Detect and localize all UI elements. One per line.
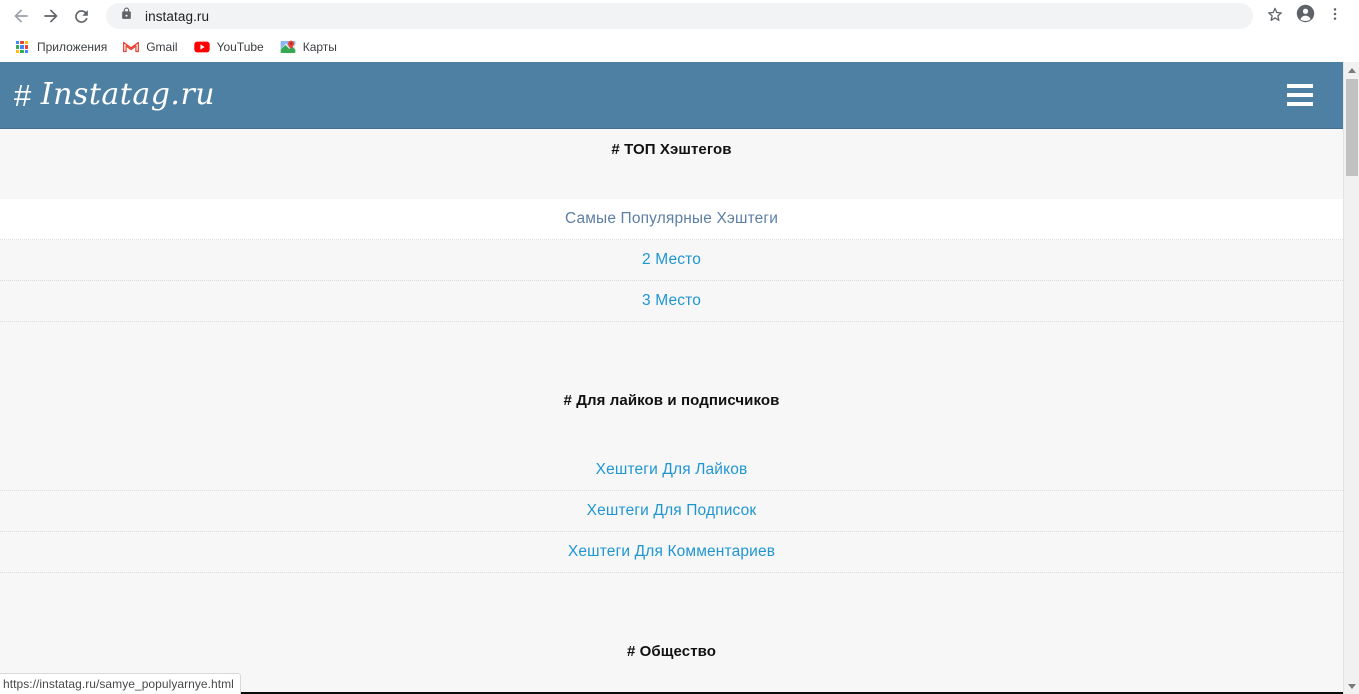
site-logo-text: Instatag.ru [40, 77, 216, 112]
google-maps-icon [280, 39, 296, 55]
hash-symbol: # [14, 77, 32, 113]
vertical-scrollbar[interactable] [1343, 62, 1359, 694]
bookmark-label: Карты [302, 40, 337, 54]
profile-avatar-icon [1296, 4, 1315, 28]
list-item[interactable]: 2 Место [0, 240, 1343, 281]
bookmark-item-apps[interactable]: Приложения [8, 35, 113, 59]
apps-grid-icon [14, 39, 30, 55]
list-item[interactable]: Хештеги Для Лайков [0, 450, 1343, 491]
bookmark-label: YouTube [216, 40, 264, 54]
reload-button[interactable] [66, 1, 96, 31]
section-likes-followers: # Для лайков и подписчиков Хештеги Для Л… [0, 322, 1343, 573]
list-item[interactable]: Хештеги Для Комментариев [0, 532, 1343, 573]
reload-icon [72, 7, 91, 26]
page-content: # Instatag.ru # ТОП Хэштегов Самые Попул… [0, 62, 1343, 694]
browser-chrome: instatag.ru Приложения Gmail YouTube Кар… [0, 0, 1359, 62]
browser-menu-button[interactable] [1321, 2, 1349, 30]
link-list: Самые Популярные Хэштеги 2 Место 3 Место [0, 199, 1343, 322]
list-item[interactable]: Хештеги Для Подписок [0, 491, 1343, 532]
bookmark-label: Gmail [146, 40, 178, 54]
site-header: # Instatag.ru [0, 62, 1343, 129]
three-dot-menu-icon [1327, 6, 1343, 27]
section-title: # Для лайков и подписчиков [563, 392, 780, 409]
status-bar-url-text: https://instatag.ru/samye_populyarnye.ht… [3, 677, 234, 691]
scroll-up-arrow-icon[interactable] [1344, 62, 1359, 78]
link-label[interactable]: 3 Место [642, 292, 701, 310]
bookmark-star-button[interactable] [1261, 2, 1289, 30]
forward-button[interactable] [36, 1, 66, 31]
youtube-icon [193, 39, 210, 55]
link-label[interactable]: Хештеги Для Лайков [596, 461, 748, 479]
site-logo[interactable]: # Instatag.ru [14, 80, 215, 111]
bookmarks-bar: Приложения Gmail YouTube Карты [0, 32, 1359, 62]
status-bar-url-preview: https://instatag.ru/samye_populyarnye.ht… [0, 673, 241, 694]
link-list: Хештеги Для Лайков Хештеги Для Подписок … [0, 450, 1343, 573]
address-bar[interactable]: instatag.ru [106, 3, 1253, 29]
bookmark-item-maps[interactable]: Карты [274, 35, 343, 59]
section-title: # Общество [626, 643, 717, 660]
browser-toolbar: instatag.ru [0, 0, 1359, 32]
bookmark-item-gmail[interactable]: Gmail [117, 35, 183, 59]
list-item[interactable]: Самые Популярные Хэштеги [0, 199, 1343, 240]
section-top-hashtags: # ТОП Хэштегов Самые Популярные Хэштеги … [0, 129, 1343, 322]
hamburger-menu-icon[interactable] [1287, 84, 1313, 106]
back-button[interactable] [6, 1, 36, 31]
profile-button[interactable] [1291, 2, 1319, 30]
bookmark-item-youtube[interactable]: YouTube [188, 35, 270, 59]
scroll-down-arrow-icon[interactable] [1344, 678, 1359, 694]
scrollbar-thumb[interactable] [1346, 79, 1358, 176]
link-label[interactable]: 2 Место [642, 251, 701, 269]
link-label[interactable]: Самые Популярные Хэштеги [565, 210, 778, 228]
section-title: # ТОП Хэштегов [611, 141, 732, 158]
arrow-forward-icon [41, 6, 61, 26]
arrow-back-icon [11, 6, 31, 26]
page-viewport: # Instatag.ru # ТОП Хэштегов Самые Попул… [0, 62, 1359, 694]
list-item[interactable]: 3 Место [0, 281, 1343, 322]
gmail-icon [123, 39, 140, 55]
bookmark-label: Приложения [37, 40, 108, 54]
link-label[interactable]: Хештеги Для Комментариев [568, 543, 775, 561]
link-label[interactable]: Хештеги Для Подписок [587, 502, 757, 520]
address-bar-url: instatag.ru [145, 8, 210, 24]
lock-icon[interactable] [120, 7, 133, 25]
star-icon [1266, 5, 1284, 28]
